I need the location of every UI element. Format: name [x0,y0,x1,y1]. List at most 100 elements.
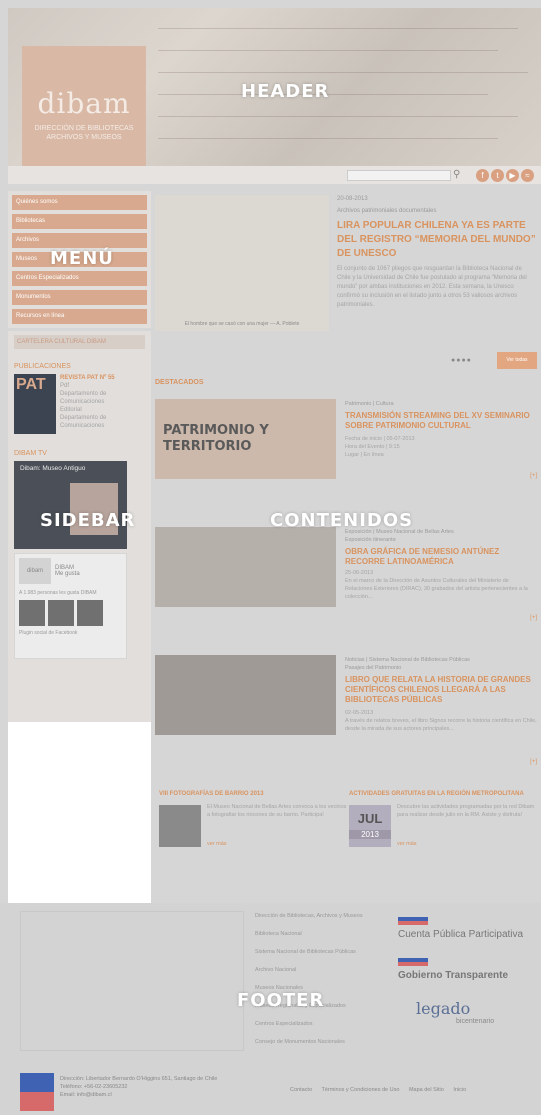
more-link[interactable]: [+] [530,473,537,479]
slide-text: El conjunto de 1067 pliegos que resguard… [337,266,527,308]
fb-page-info: DIBAM Me gusta [55,565,80,577]
slide-title[interactable]: LIRA POPULAR CHILENA YA ES PARTE DEL REG… [337,219,537,261]
more-link[interactable]: [+] [530,759,537,765]
mini-feature-image[interactable] [159,805,201,847]
avatar[interactable] [48,600,74,626]
footer-link[interactable]: Archivo Nacional [255,965,385,983]
header-toolbar: ⚲ f t ▶ ≈ [8,166,541,184]
video-title: Dibam: Museo Antiguo [20,465,86,472]
mini-feature-link[interactable]: ver más [207,841,227,847]
footer-bottom-bar: Dirección: Libertador Bernardo O'Higgins… [20,1073,530,1113]
news-item: Noticias | Sistema Nacional de Bibliotec… [155,655,541,765]
search-input[interactable] [347,170,451,181]
footer-label: FOOTER [237,990,325,1011]
news-image[interactable] [155,527,336,607]
mini-feature: ACTIVIDADES GRATUITAS EN LA REGIÓN METRO… [349,791,539,851]
manuscript-line [158,72,528,73]
slide-image[interactable]: El hombre que se casó con una mujer — A.… [155,195,329,331]
footer-links: Dirección de Bibliotecas, Archivos y Mus… [255,911,385,1055]
youtube-icon[interactable]: ▶ [506,169,519,182]
footer-map-area [20,911,244,1051]
menu-item-monumentos[interactable]: Monumentos [12,290,147,305]
fb-plugin-label[interactable]: Plugin social de Facebook [19,630,122,636]
fb-faces [19,600,122,626]
menu-item-archivos[interactable]: Archivos [12,233,147,248]
menu-item-recursos[interactable]: Recursos en línea [12,309,147,324]
mini-feature-text: El Museo Nacional de Bellas Artes convoc… [207,804,347,818]
mini-feature-link[interactable]: ver más [397,841,417,847]
mini-feature-heading[interactable]: ACTIVIDADES GRATUITAS EN LA REGIÓN METRO… [349,791,539,797]
fb-page-logo[interactable]: dibam [19,558,51,584]
destacados-heading: DESTACADOS [155,379,204,386]
dibam-logo[interactable]: dibam DIRECCIÓN DE BIBLIOTECAS ARCHIVOS … [22,46,146,182]
news-title[interactable]: OBRA GRÁFICA DE NEMESIO ANTÚNEZ RECORRE … [345,547,535,567]
news-meta: Noticias | Sistema Nacional de Bibliotec… [345,657,470,663]
publications-heading: PUBLICACIONES [14,363,71,370]
search-icon[interactable]: ⚲ [453,169,465,181]
sidebar-label: SIDEBAR [40,510,136,531]
terms-link[interactable]: Términos y Condiciones de Uso [321,1087,399,1093]
bottom-links: Contacto Términos y Condiciones de Uso M… [290,1087,474,1093]
logo-word: dibam [37,86,131,120]
contact-link[interactable]: Contacto [290,1087,312,1093]
footer-link[interactable]: Sistema Nacional de Bibliotecas Públicas [255,947,385,965]
mini-feature-heading[interactable]: VIII FOTOGRAFÍAS DE BARRIO 2013 [159,791,349,797]
footer-link[interactable]: Biblioteca Nacional [255,929,385,947]
government-crest-icon [20,1073,54,1111]
news-text: 02-05-2013 A través de relatos breves, e… [345,710,537,732]
menu-item-quienes-somos[interactable]: Quiénes somos [12,195,147,210]
news-image[interactable]: PATRIMONIO Y TERRITORIO [155,399,336,479]
video-player[interactable]: Dibam: Museo Antiguo [14,461,127,549]
home-link[interactable]: Inicio [453,1087,466,1093]
slide-image-caption: El hombre que se casó con una mujer — A.… [184,321,300,327]
publication-line: Comunicaciones [60,423,105,429]
mini-feature: VIII FOTOGRAFÍAS DE BARRIO 2013 El Museo… [159,791,349,851]
avatar[interactable] [19,600,45,626]
avatar[interactable] [77,600,103,626]
legado-subtitle: bicentenario [456,1018,495,1025]
slide-category: Archivos patrimoniales documentales [337,208,437,214]
footer-link[interactable]: Dirección de Bibliotecas, Archivos y Mus… [255,911,385,929]
publication-line: Departamento de [60,415,107,421]
fb-like-button[interactable]: Me gusta [55,571,80,577]
email-line[interactable]: Email: info@dibam.cl [60,1091,217,1099]
manuscript-line [158,50,498,51]
calendar-icon[interactable]: JUL 2013 [349,805,391,847]
footer-link[interactable]: Centros Especializados [255,1019,385,1037]
logo-subtitle: DIRECCIÓN DE BIBLIOTECAS ARCHIVOS Y MUSE… [35,124,134,142]
cartelera-banner[interactable]: CARTELERA CULTURAL DIBAM [14,335,145,349]
facebook-icon[interactable]: f [476,169,489,182]
publication-line: Comunicaciones [60,399,105,405]
mini-feature-text: Descubre las actividades programadas por… [397,804,535,818]
address-line: Dirección: Libertador Bernardo O'Higgins… [60,1076,218,1082]
news-image[interactable] [155,655,336,735]
news-title[interactable]: LIBRO QUE RELATA LA HISTORIA DE GRANDES … [345,675,535,705]
logo-subtitle-line-1: DIRECCIÓN DE BIBLIOTECAS [34,124,134,132]
phone-line: Teléfono: +56-02-23605232 [60,1084,128,1090]
publication-title[interactable]: REVISTA PAT Nº 55 [60,374,115,382]
empty-area [8,722,151,903]
slider-dots[interactable]: ●●●● [451,357,472,364]
main-content: El hombre que se casó con una mujer — A.… [151,191,541,903]
publication-details: REVISTA PAT Nº 55 Pdf Departamento de Co… [60,374,115,434]
cuenta-publica-logo[interactable]: Cuenta Pública Participativa [398,929,538,940]
manuscript-line [158,116,518,117]
header-label: HEADER [241,81,330,102]
publication-cover[interactable]: PAT [14,374,56,434]
news-title[interactable]: TRANSMISIÓN STREAMING DEL XV SEMINARIO S… [345,411,535,431]
more-link[interactable]: [+] [530,615,537,621]
footer-link[interactable]: Consejo de Monumentos Nacionales [255,1037,385,1055]
publication-format: Pdf [60,383,70,389]
twitter-icon[interactable]: t [491,169,504,182]
footer-address: Dirección: Libertador Bernardo O'Higgins… [60,1075,217,1099]
publication-item[interactable]: PAT REVISTA PAT Nº 55 Pdf Departamento d… [14,374,145,434]
menu-item-centros[interactable]: Centros Especializados [12,271,147,286]
see-all-button[interactable]: Ver todas [497,352,537,369]
calendar-year: 2013 [349,830,391,839]
rss-icon[interactable]: ≈ [521,169,534,182]
legado-bicentenario-logo[interactable]: legado [416,999,538,1018]
menu-item-bibliotecas[interactable]: Bibliotecas [12,214,147,229]
flag-icon [398,917,428,925]
gobierno-transparente-logo[interactable]: Gobierno Transparente [398,970,538,981]
sitemap-link[interactable]: Mapa del Sitio [409,1087,444,1093]
